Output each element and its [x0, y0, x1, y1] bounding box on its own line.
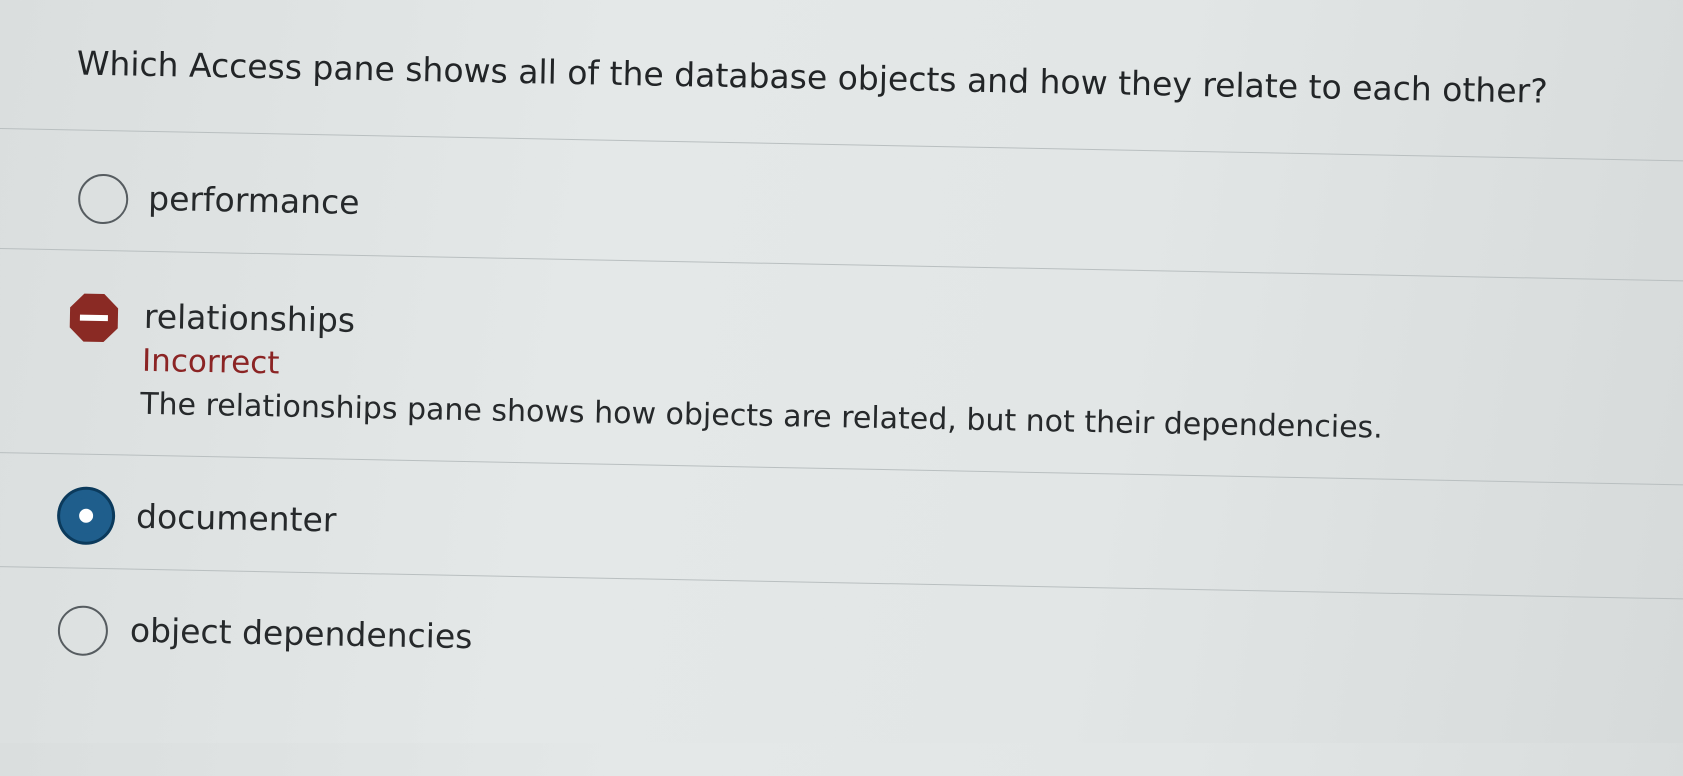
- radio-empty-icon[interactable]: [77, 173, 129, 225]
- radio-empty-icon[interactable]: [57, 605, 109, 657]
- quiz-page: Which Access pane shows all of the datab…: [0, 0, 1683, 775]
- option-relationships[interactable]: relationships Incorrect The relationship…: [0, 268, 1675, 480]
- stop-icon: [69, 293, 119, 343]
- feedback-text: The relationships pane shows how objects…: [139, 386, 1384, 446]
- option-label: documenter: [135, 496, 337, 540]
- option-label: performance: [147, 178, 360, 222]
- option-object-dependencies[interactable]: object dependencies: [0, 584, 1668, 712]
- feedback-status: Incorrect: [141, 342, 280, 382]
- option-documenter[interactable]: documenter: [0, 468, 1671, 596]
- option-label: relationships: [143, 296, 356, 340]
- radio-selected-icon[interactable]: [59, 489, 113, 543]
- option-label: object dependencies: [129, 610, 473, 657]
- radio-dot: [78, 508, 94, 523]
- question-text: Which Access pane shows all of the datab…: [76, 43, 1549, 111]
